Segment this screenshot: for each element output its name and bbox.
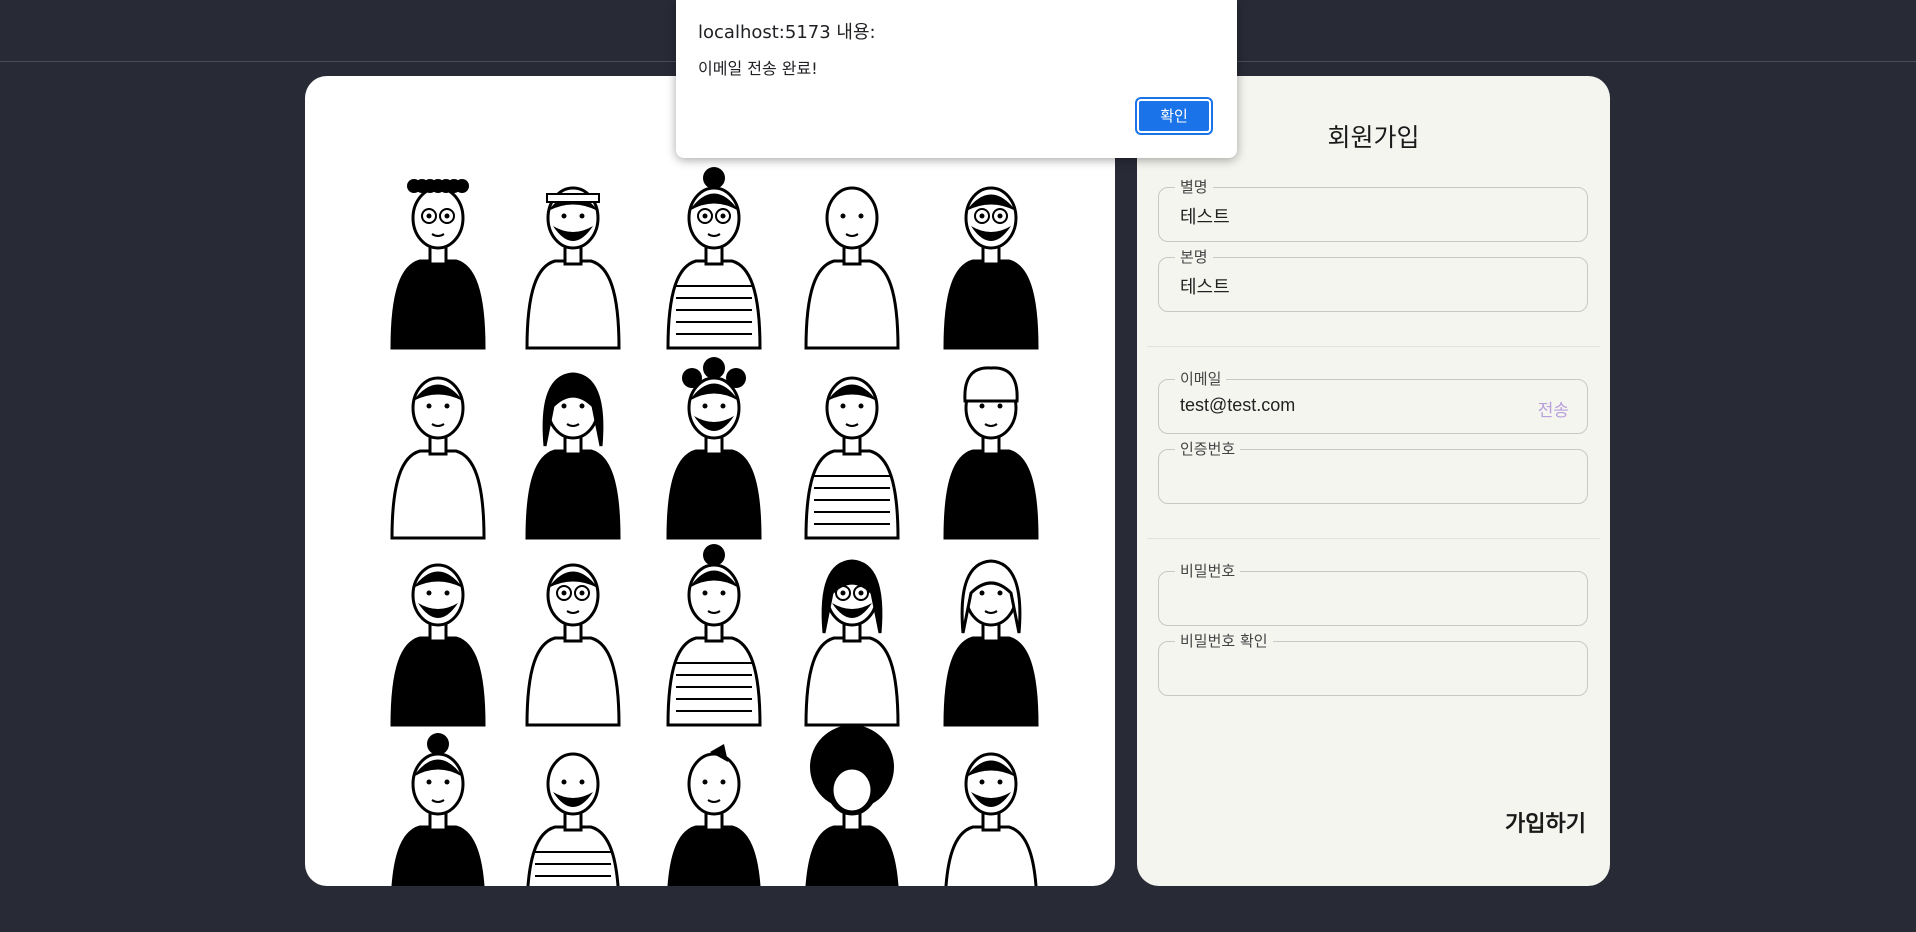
illustration-card xyxy=(305,76,1115,886)
dialog-origin: localhost:5173 내용: xyxy=(698,22,876,43)
password-confirm-input[interactable] xyxy=(1179,652,1519,686)
email-value: test@test.com xyxy=(1180,395,1296,415)
person-figure xyxy=(666,167,762,350)
nickname-field[interactable]: 별명 테스트 xyxy=(1158,178,1588,242)
person-figure xyxy=(804,186,900,350)
password-confirm-field[interactable]: 비밀번호 확인 xyxy=(1158,632,1588,696)
person-figure xyxy=(526,752,620,886)
person-figure xyxy=(804,376,900,540)
signup-submit-button[interactable]: 가입하기 xyxy=(1505,806,1586,838)
email-label: 이메일 xyxy=(1175,370,1227,388)
person-figure xyxy=(805,725,899,886)
email-field[interactable]: 이메일 test@test.com 전송 xyxy=(1158,370,1588,434)
section-divider xyxy=(1147,346,1600,347)
person-figure xyxy=(525,372,621,540)
person-figure xyxy=(667,744,761,886)
signup-form: 회원가입 별명 테스트 본명 테스트 이메일 test@test.com 전송 … xyxy=(1137,76,1610,886)
dialog-ok-button[interactable]: 확인 xyxy=(1137,99,1211,133)
person-figure xyxy=(525,563,621,727)
dialog-message: 이메일 전송 완료! xyxy=(698,59,818,78)
password-field[interactable]: 비밀번호 xyxy=(1158,562,1588,626)
real-name-label: 본명 xyxy=(1175,248,1213,266)
verification-code-label: 인증번호 xyxy=(1175,440,1241,458)
password-input[interactable] xyxy=(1179,582,1519,616)
person-figure xyxy=(525,186,621,350)
password-label: 비밀번호 xyxy=(1175,562,1241,580)
alert-dialog: localhost:5173 내용: 이메일 전송 완료! 확인 xyxy=(676,0,1237,158)
person-figure xyxy=(943,366,1039,540)
send-email-button[interactable]: 전송 xyxy=(1538,396,1569,421)
person-figure xyxy=(390,376,486,540)
person-figure xyxy=(943,186,1039,350)
nickname-label: 별명 xyxy=(1175,178,1213,196)
person-figure xyxy=(390,563,486,727)
real-name-field[interactable]: 본명 테스트 xyxy=(1158,248,1588,312)
password-confirm-label: 비밀번호 확인 xyxy=(1175,632,1273,650)
person-figure xyxy=(391,733,485,886)
verification-code-field[interactable]: 인증번호 xyxy=(1158,440,1588,504)
person-figure xyxy=(944,752,1038,886)
people-illustration-grid xyxy=(390,167,1039,886)
nickname-value: 테스트 xyxy=(1180,207,1230,228)
real-name-value: 테스트 xyxy=(1180,277,1230,298)
person-figure xyxy=(390,179,486,350)
section-divider xyxy=(1147,538,1600,539)
verification-code-input[interactable] xyxy=(1179,460,1519,494)
person-figure xyxy=(943,559,1039,727)
person-figure xyxy=(666,357,762,540)
person-figure xyxy=(804,559,900,727)
person-figure xyxy=(666,544,762,727)
